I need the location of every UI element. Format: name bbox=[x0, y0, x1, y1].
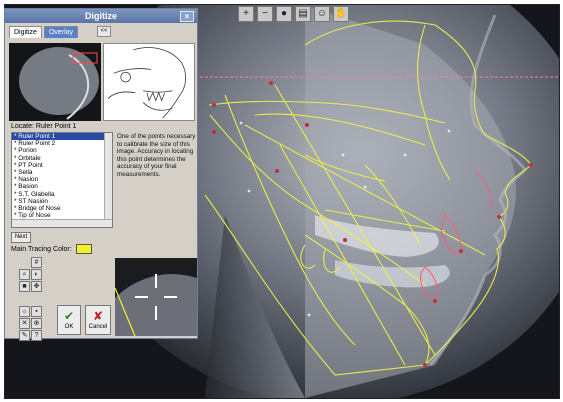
tab-digitize[interactable]: Digitize bbox=[9, 26, 42, 38]
cancel-label: Cancel bbox=[88, 324, 108, 330]
list-item[interactable]: * Nasion bbox=[12, 176, 112, 183]
next-button[interactable]: Next bbox=[11, 232, 31, 243]
point-diagram bbox=[103, 43, 195, 121]
list-item[interactable]: * Ruler Point 1 bbox=[12, 133, 112, 141]
locate-row: Locate: Ruler Point 1 bbox=[11, 123, 76, 130]
list-item[interactable]: * PT Point bbox=[12, 162, 112, 169]
thumbnail-area bbox=[9, 43, 195, 121]
window-title: Digitize bbox=[84, 11, 117, 21]
color-icon[interactable]: ■ bbox=[19, 281, 30, 292]
tab-overlay[interactable]: Overlay bbox=[43, 26, 79, 38]
person-icon[interactable]: ☺ bbox=[314, 6, 330, 22]
zoom-out-icon[interactable]: − bbox=[257, 6, 273, 22]
list-item[interactable]: * Porion bbox=[12, 147, 112, 154]
zoom-icon[interactable]: ⌕ bbox=[19, 269, 30, 280]
magnifier-view bbox=[115, 258, 197, 336]
image-toolbar: + − ● ▤ ☺ ✋ bbox=[238, 6, 349, 24]
tab-bar: Digitize Overlay << bbox=[5, 23, 197, 38]
ruler-icon[interactable]: ▤ bbox=[295, 6, 311, 22]
hand-icon[interactable]: ✋ bbox=[333, 6, 349, 22]
list-item[interactable]: * Orbitale bbox=[12, 155, 112, 162]
move-icon[interactable]: ✥ bbox=[31, 281, 42, 292]
contrast-icon[interactable]: ◐ bbox=[31, 269, 42, 280]
tracing-color-swatch[interactable] bbox=[75, 244, 92, 254]
eraser-icon[interactable]: ✕ bbox=[19, 318, 30, 329]
checkmark-icon: ✔ bbox=[63, 309, 75, 323]
cancel-button[interactable]: ✘ Cancel bbox=[85, 305, 111, 335]
list-item[interactable]: * Bridge of Nose bbox=[12, 205, 112, 212]
collapse-button[interactable]: << bbox=[97, 26, 111, 37]
list-item[interactable]: * ST Nasion bbox=[12, 198, 112, 205]
list-item[interactable]: * Basion bbox=[12, 183, 112, 190]
xray-thumbnail bbox=[9, 43, 101, 121]
list-vertical-scrollbar[interactable] bbox=[104, 133, 112, 221]
help-icon[interactable]: ? bbox=[31, 330, 42, 341]
gray-box-icon[interactable]: ▪ bbox=[31, 306, 42, 317]
locate-label: Locate: bbox=[11, 123, 34, 130]
list-item[interactable]: * Ruler Point 2 bbox=[12, 140, 112, 147]
record-icon[interactable]: ● bbox=[276, 6, 292, 22]
list-item[interactable]: * Sella bbox=[12, 169, 112, 176]
list-horizontal-scrollbar[interactable] bbox=[12, 219, 112, 227]
ok-label: OK bbox=[64, 324, 74, 330]
digitize-panel: Digitize × Digitize Overlay << Locate: R… bbox=[4, 8, 198, 341]
instruction-text: One of the points necessary to calibrate… bbox=[117, 133, 196, 178]
landmark-list[interactable]: * Ruler Point 1 * Ruler Point 2 * Porion… bbox=[11, 132, 113, 228]
tracing-color-label: Main Tracing Color: bbox=[11, 245, 72, 253]
grid-icon[interactable]: # bbox=[31, 257, 42, 268]
tracing-color-row: Main Tracing Color: bbox=[11, 244, 92, 254]
zoom-in-icon[interactable]: + bbox=[238, 6, 254, 22]
close-icon: ✘ bbox=[92, 309, 104, 323]
locate-value: Ruler Point 1 bbox=[35, 123, 77, 130]
pencil-icon[interactable]: ✎ bbox=[19, 330, 30, 341]
target-icon[interactable]: ⊕ bbox=[31, 318, 42, 329]
sun-icon[interactable]: ☼ bbox=[19, 306, 30, 317]
ok-button[interactable]: ✔ OK bbox=[57, 305, 81, 335]
list-item[interactable]: * S.T. Glabella bbox=[12, 191, 112, 198]
window-title-bar[interactable]: Digitize × bbox=[5, 9, 197, 23]
close-button[interactable]: × bbox=[180, 11, 194, 22]
